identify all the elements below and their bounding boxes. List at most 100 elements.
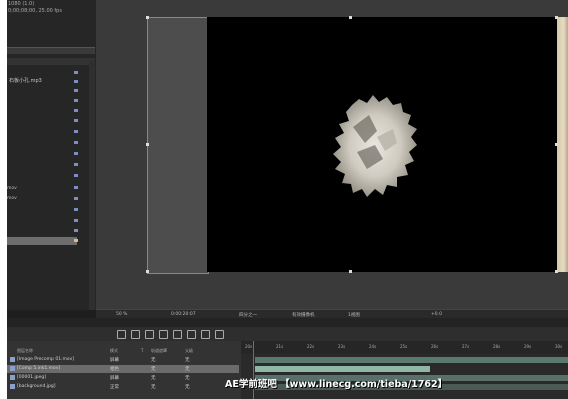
layer-name: [background.jpg] <box>17 384 56 389</box>
footage-icon <box>74 197 78 200</box>
parent-dropdown[interactable]: 无 <box>185 366 190 372</box>
parent-dropdown[interactable]: 无 <box>185 375 190 381</box>
trkmat-dropdown[interactable]: 无 <box>151 366 156 372</box>
tool-icon[interactable] <box>215 330 224 339</box>
col-track-matte: 轨道遮罩 <box>151 348 167 353</box>
layer-row-selected[interactable]: [Comp 5.ink1.mov] 相色 无 无 <box>7 365 239 373</box>
tool-icon[interactable] <box>145 330 154 339</box>
footage-icon <box>10 375 15 380</box>
col-parent: 父级 <box>185 348 193 353</box>
footage-icon <box>74 208 78 211</box>
transform-handle[interactable] <box>146 16 149 19</box>
timeline-tracks[interactable]: 20s 21s 22s 23s 24s 25s 26s 27s 28s 29s … <box>241 341 568 399</box>
transform-handle[interactable] <box>555 143 558 146</box>
exposure-value[interactable]: +0.0 <box>431 312 442 317</box>
layer-name: [00001.jpeg] <box>17 375 46 380</box>
layer-bar[interactable] <box>255 366 430 372</box>
tool-icon[interactable] <box>131 330 140 339</box>
footage-icon <box>74 141 78 144</box>
footage-icon <box>74 71 78 74</box>
ruler-tick: 24s <box>369 344 377 349</box>
composition-viewer: 50 % 0:00:20:07 四分之一 有效摄像机 1视图 +0.0 <box>96 0 568 319</box>
footage-icon <box>10 366 15 371</box>
trkmat-dropdown[interactable]: 无 <box>151 357 156 363</box>
zoom-dropdown[interactable]: 50 % <box>116 312 127 317</box>
ruler-tick: 29s <box>524 344 532 349</box>
project-item-mp3[interactable]: 石板小孔.mp3 <box>9 77 42 84</box>
col-trkmat: T <box>141 348 144 353</box>
mode-dropdown[interactable]: 屏幕 <box>110 357 119 363</box>
tool-icon[interactable] <box>187 330 196 339</box>
transform-handle[interactable] <box>146 143 149 146</box>
time-ruler[interactable]: 20s 21s 22s 23s 24s 25s 26s 27s 28s 29s … <box>241 341 568 354</box>
ruler-tick: 23s <box>338 344 346 349</box>
current-time-display[interactable]: 0:00:20:07 <box>171 312 196 317</box>
after-effects-window: 1080 (1.0) 0;00;08;00, 25.00 fps 石板小孔.mp… <box>7 0 568 399</box>
ruler-tick: 22s <box>307 344 315 349</box>
current-time-indicator[interactable] <box>253 341 254 399</box>
mode-dropdown[interactable]: 相色 <box>110 366 119 372</box>
layer-bounding-box[interactable] <box>147 17 209 274</box>
footage-icon <box>74 109 78 112</box>
footage-icon <box>74 163 78 166</box>
layer-row[interactable]: [background.jpg] 正常 无 无 <box>7 383 239 391</box>
project-item-mov-2[interactable]: mov <box>7 196 17 201</box>
composition-canvas[interactable] <box>207 17 557 272</box>
layer-bar[interactable] <box>255 357 568 363</box>
parent-dropdown[interactable]: 无 <box>185 384 190 390</box>
tool-icon[interactable] <box>159 330 168 339</box>
mode-dropdown[interactable]: 屏幕 <box>110 375 119 381</box>
footage-icon <box>74 80 78 83</box>
project-column-header <box>7 58 95 65</box>
ruler-tick: 20s <box>245 344 253 349</box>
col-mode: 模式 <box>110 348 118 353</box>
ink-splash-image <box>333 95 417 197</box>
project-scrollbar[interactable] <box>89 60 95 310</box>
footage-icon <box>74 219 78 222</box>
ruler-tick: 30s <box>555 344 563 349</box>
footage-icon <box>74 119 78 122</box>
transform-handle[interactable] <box>555 270 558 273</box>
transform-handle[interactable] <box>349 270 352 273</box>
layer-name: [Image Precomp 01.mov] <box>17 357 75 362</box>
footage-icon <box>74 152 78 155</box>
layer-column-header: 图层名称 模式 T 轨道遮罩 父级 <box>7 347 239 354</box>
ruler-tick: 26s <box>431 344 439 349</box>
watermark-text: AE学前班吧 【www.linecg.com/tieba/1762】 <box>225 379 448 390</box>
transform-handle[interactable] <box>555 16 558 19</box>
transform-handle[interactable] <box>146 270 149 273</box>
ruler-tick: 27s <box>462 344 470 349</box>
footage-icon <box>74 239 78 242</box>
trkmat-dropdown[interactable]: 无 <box>151 384 156 390</box>
project-panel: 1080 (1.0) 0;00;08;00, 25.00 fps 石板小孔.mp… <box>7 0 96 318</box>
project-footer <box>7 310 96 318</box>
transform-handle[interactable] <box>349 16 352 19</box>
tool-icon[interactable] <box>117 330 126 339</box>
layer-row[interactable]: [Image Precomp 01.mov] 屏幕 无 无 <box>7 356 239 364</box>
footage-icon <box>74 89 78 92</box>
footage-icon <box>10 384 15 389</box>
layer-name: [Comp 5.ink1.mov] <box>17 366 61 371</box>
trkmat-dropdown[interactable]: 无 <box>151 375 156 381</box>
tool-icon[interactable] <box>201 330 210 339</box>
ruler-tick: 25s <box>400 344 408 349</box>
col-layer-name: 图层名称 <box>17 348 33 353</box>
timeline-toolbar <box>7 327 568 341</box>
mode-dropdown[interactable]: 正常 <box>110 384 119 390</box>
footage-icon <box>74 99 78 102</box>
comp-info-line-2: 0;00;08;00, 25.00 fps <box>8 8 62 14</box>
ruler-tick: 28s <box>493 344 501 349</box>
layer-row[interactable]: [00001.jpeg] 屏幕 无 无 <box>7 374 239 382</box>
ruler-tick: 21s <box>276 344 284 349</box>
footage-icon <box>74 174 78 177</box>
background-texture-edge <box>557 17 568 272</box>
timeline-tab-bar <box>7 318 568 327</box>
tool-icon[interactable] <box>173 330 182 339</box>
parent-dropdown[interactable]: 无 <box>185 357 190 363</box>
footage-icon <box>74 229 78 232</box>
project-search-input[interactable] <box>7 47 95 54</box>
footage-icon <box>10 357 15 362</box>
footage-icon <box>74 186 78 189</box>
project-item-mov-1[interactable]: mov <box>7 186 17 191</box>
project-selected-row[interactable] <box>7 237 77 245</box>
